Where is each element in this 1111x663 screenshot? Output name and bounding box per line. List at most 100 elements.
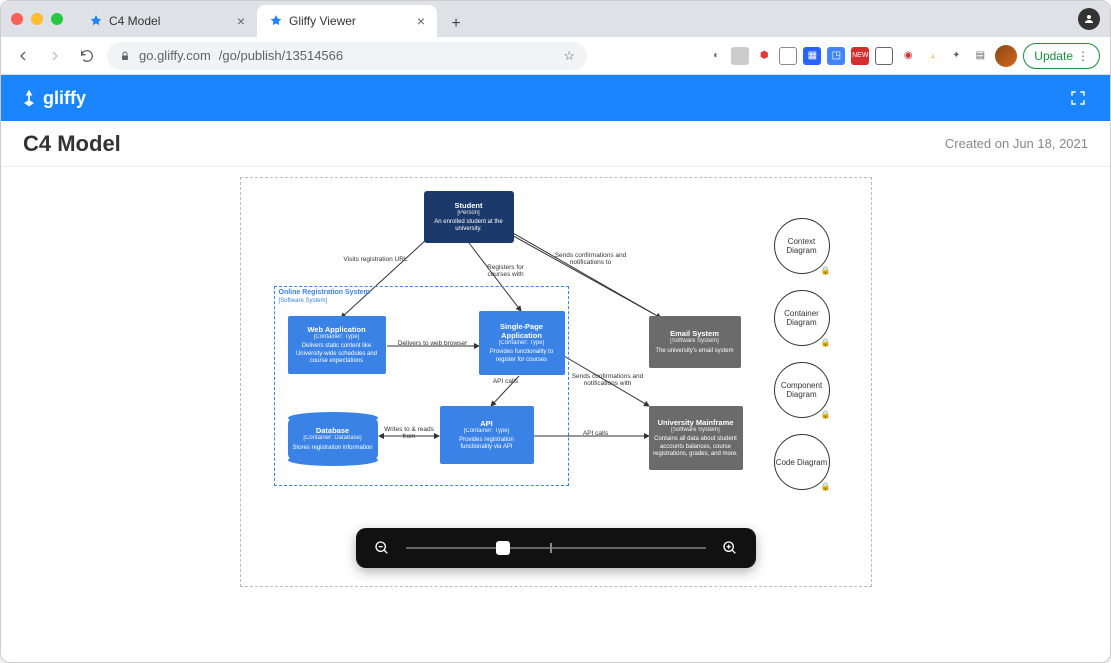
node-type: [Container: Type] xyxy=(292,334,382,341)
document-header: C4 Model Created on Jun 18, 2021 xyxy=(1,121,1110,167)
canvas-area[interactable]: Online Registration System [Software Sys… xyxy=(1,167,1110,662)
node-type: [Software System] xyxy=(653,338,737,345)
edge-sends1: Sends confirmations and notifications to xyxy=(551,252,631,266)
ext-icon[interactable]: ◉ xyxy=(899,47,917,65)
nav-component-diagram[interactable]: Component Diagram 🔒 xyxy=(774,362,830,418)
lock-icon: 🔒 xyxy=(821,482,831,491)
brand-label: gliffy xyxy=(43,88,86,109)
update-label: Update xyxy=(1034,49,1073,63)
star-icon[interactable]: ☆ xyxy=(563,48,575,64)
ext-icon[interactable]: ⬢ xyxy=(755,47,773,65)
node-title: Database xyxy=(292,426,374,435)
zoom-out-button[interactable] xyxy=(372,540,392,556)
zoom-handle[interactable] xyxy=(496,541,510,555)
close-window-icon[interactable] xyxy=(11,13,23,25)
profile-avatar[interactable] xyxy=(995,45,1017,67)
close-tab-icon[interactable]: × xyxy=(417,13,425,29)
node-title: Single-Page Application xyxy=(483,322,561,340)
browser-toolbar: go.gliffy.com/go/publish/13514566 ☆ ◐ ⬢ … xyxy=(1,37,1110,75)
update-button[interactable]: Update ⋮ xyxy=(1023,43,1100,69)
ext-icon[interactable]: NEW xyxy=(851,47,869,65)
node-desc: Provides functionality to register for c… xyxy=(483,349,561,363)
ext-icon[interactable] xyxy=(779,47,797,65)
close-tab-icon[interactable]: × xyxy=(237,13,245,29)
node-spa[interactable]: Single-Page Application [Container: Type… xyxy=(479,311,565,375)
bookmarks-icon[interactable]: ▤ xyxy=(971,47,989,65)
node-desc: Stores registration information xyxy=(292,445,374,452)
edge-registers: Registers for courses with xyxy=(476,264,536,278)
nav-code-diagram[interactable]: Code Diagram 🔒 xyxy=(774,434,830,490)
tab-gliffy-viewer[interactable]: Gliffy Viewer × xyxy=(257,5,437,37)
forward-button[interactable] xyxy=(43,44,67,68)
gliffy-logo-icon xyxy=(19,88,39,108)
node-type: [Container: Type] xyxy=(483,340,561,347)
account-icon[interactable] xyxy=(1078,8,1100,30)
node-desc: Delivers static content like University-… xyxy=(292,343,382,365)
ext-icon[interactable]: ◳ xyxy=(827,47,845,65)
node-desc: Contains all data about student accounts… xyxy=(653,436,739,458)
node-title: Email System xyxy=(653,329,737,338)
back-button[interactable] xyxy=(11,44,35,68)
document-title: C4 Model xyxy=(23,131,121,157)
node-database[interactable]: Database [Container: Database] Stores re… xyxy=(288,418,378,460)
gliffy-favicon-icon xyxy=(89,14,103,28)
ext-icon[interactable]: ◐ xyxy=(707,47,725,65)
url-path: /go/publish/13514566 xyxy=(219,48,343,63)
lock-icon xyxy=(119,50,131,62)
reload-button[interactable] xyxy=(75,44,99,68)
address-bar[interactable]: go.gliffy.com/go/publish/13514566 ☆ xyxy=(107,42,587,70)
zoom-in-button[interactable] xyxy=(720,540,740,556)
node-type: [Person] xyxy=(428,210,510,217)
tab-c4-model[interactable]: C4 Model × xyxy=(77,5,257,37)
node-web-application[interactable]: Web Application [Container: Type] Delive… xyxy=(288,316,386,374)
nav-label: Component Diagram xyxy=(775,381,829,399)
ext-icon[interactable]: ▦ xyxy=(803,47,821,65)
lock-icon: 🔒 xyxy=(821,338,831,347)
fullscreen-button[interactable] xyxy=(1064,84,1092,112)
maximize-window-icon[interactable] xyxy=(51,13,63,25)
tab-label: Gliffy Viewer xyxy=(289,14,356,28)
nav-context-diagram[interactable]: Context Diagram 🔒 xyxy=(774,218,830,274)
node-title: Student xyxy=(428,201,510,210)
node-desc: The university's email system xyxy=(653,348,737,355)
created-date: Created on Jun 18, 2021 xyxy=(945,136,1088,151)
extensions-icon[interactable]: ✦ xyxy=(947,47,965,65)
nav-label: Code Diagram xyxy=(776,458,828,467)
node-mainframe[interactable]: University Mainframe [Software System] C… xyxy=(649,406,743,470)
node-title: Web Application xyxy=(292,325,382,334)
extension-icons: ◐ ⬢ ▦ ◳ NEW ◉ ⟓ ✦ ▤ Update ⋮ xyxy=(707,43,1100,69)
node-student[interactable]: Student [Person] An enrolled student at … xyxy=(424,191,514,243)
ext-icon[interactable] xyxy=(731,47,749,65)
new-tab-button[interactable]: + xyxy=(443,11,469,37)
zoom-tick xyxy=(550,543,552,553)
zoom-toolbar xyxy=(356,528,756,568)
nav-label: Context Diagram xyxy=(775,237,829,255)
edge-writes: Writes to & reads from xyxy=(382,426,437,440)
boundary-subtitle: [Software System] xyxy=(279,298,328,304)
edge-apicalls1: API calls xyxy=(491,378,521,385)
lock-icon: 🔒 xyxy=(821,266,831,275)
edge-visits: Visits registration URL xyxy=(336,256,416,263)
gliffy-logo[interactable]: gliffy xyxy=(19,88,86,109)
nav-container-diagram[interactable]: Container Diagram 🔒 xyxy=(774,290,830,346)
edge-sends2: Sends confirmations and notifications wi… xyxy=(568,373,648,387)
window-controls xyxy=(11,13,63,25)
node-title: API xyxy=(444,419,530,428)
node-type: [Container: Type] xyxy=(444,428,530,435)
node-api[interactable]: API [Container: Type] Provides registrat… xyxy=(440,406,534,464)
node-type: [Container: Database] xyxy=(292,435,374,442)
nav-label: Container Diagram xyxy=(775,309,829,327)
lock-icon: 🔒 xyxy=(821,410,831,419)
node-desc: An enrolled student at the university. xyxy=(428,219,510,233)
ext-icon[interactable] xyxy=(875,47,893,65)
node-email-system[interactable]: Email System [Software System] The unive… xyxy=(649,316,741,368)
diagram-canvas[interactable]: Online Registration System [Software Sys… xyxy=(240,177,872,587)
minimize-window-icon[interactable] xyxy=(31,13,43,25)
node-desc: Provides registration functionality via … xyxy=(444,437,530,451)
zoom-slider[interactable] xyxy=(406,547,706,549)
edge-delivers: Delivers to web browser xyxy=(390,340,476,347)
node-title: University Mainframe xyxy=(653,418,739,427)
ext-icon[interactable]: ⟓ xyxy=(923,47,941,65)
browser-titlebar: C4 Model × Gliffy Viewer × + xyxy=(1,1,1110,37)
edge-apicalls2: API calls xyxy=(571,430,621,437)
